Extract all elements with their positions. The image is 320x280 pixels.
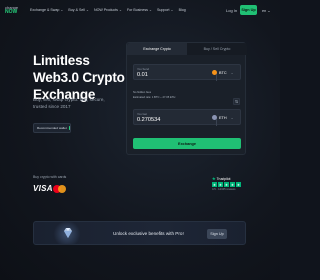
send-label: You Send bbox=[137, 67, 150, 71]
language-selector[interactable]: en ⌄ bbox=[262, 8, 270, 13]
nav-item-exchange-swap[interactable]: Exchange & Swap ⌄ bbox=[30, 8, 63, 12]
banner-text: Unlock exclusive benefits with Pro! bbox=[113, 231, 184, 236]
send-currency-select[interactable]: BTC ⌄ bbox=[212, 70, 234, 75]
get-label: You Get bbox=[137, 112, 148, 116]
star-icon: ★ bbox=[230, 182, 235, 187]
nav-item-blog[interactable]: Blog bbox=[179, 8, 186, 12]
star-icon: ★ bbox=[224, 182, 229, 187]
star-icon: ★ bbox=[212, 182, 217, 187]
get-field[interactable]: You Get 0.270534 ETH ⌄ bbox=[133, 109, 241, 126]
exchange-button[interactable]: Exchange bbox=[133, 138, 241, 149]
mastercard-icon bbox=[53, 185, 67, 193]
get-currency-select[interactable]: ETH ⌄ bbox=[212, 115, 234, 120]
recommended-wallet-badge[interactable]: Recommended wallet bbox=[33, 123, 71, 133]
mastercard-orange-circle bbox=[58, 185, 66, 193]
btc-icon bbox=[212, 70, 217, 75]
logo-line-2: NOW bbox=[5, 9, 18, 15]
trustpilot-rating[interactable]: ★ Trustpilot ★ ★ ★ ★ ★ 4.5 · 12345 reviews bbox=[212, 176, 241, 191]
trustpilot-score: 4.5 · 12345 reviews bbox=[212, 188, 236, 191]
nav-item-for-business[interactable]: For Business ⌄ bbox=[127, 8, 152, 12]
banner-signup-button[interactable]: Sign Up bbox=[207, 229, 227, 239]
page: change NOW Exchange & Swap ⌄ Buy & Sell … bbox=[0, 0, 280, 280]
tab-exchange-crypto[interactable]: Exchange Crypto bbox=[127, 43, 187, 55]
diamond-icon bbox=[64, 228, 72, 238]
signup-button[interactable]: Sign Up bbox=[240, 5, 257, 15]
badge-label: Recommended wallet bbox=[37, 126, 67, 130]
get-amount-input[interactable]: 0.270534 bbox=[137, 117, 160, 123]
chevron-down-icon: ⌄ bbox=[230, 70, 234, 75]
visa-logo: VISA bbox=[33, 184, 53, 193]
swap-icon[interactable]: ⇅ bbox=[233, 98, 240, 105]
widget-tabs: Exchange Crypto Buy / Sell Crypto bbox=[127, 43, 247, 55]
star-icon: ★ bbox=[218, 182, 223, 187]
top-nav: change NOW Exchange & Swap ⌄ Buy & Sell … bbox=[0, 0, 280, 22]
trustpilot-stars: ★ ★ ★ ★ ★ bbox=[212, 182, 241, 187]
star-icon: ★ bbox=[236, 182, 241, 187]
nav-item-now-products[interactable]: NOW Products ⌄ bbox=[94, 8, 122, 12]
nav-item-buy-sell[interactable]: Buy & Sell ⌄ bbox=[68, 8, 89, 12]
hero-subtitle: Buy, sell, swap crypto: fast, secure, tr… bbox=[33, 97, 105, 109]
eth-icon bbox=[212, 115, 217, 120]
send-currency-code: BTC bbox=[219, 70, 227, 75]
get-currency-code: ETH bbox=[219, 115, 227, 120]
nav-item-support[interactable]: Support ⌄ bbox=[157, 8, 174, 12]
login-link[interactable]: Log In bbox=[226, 8, 237, 13]
rate-info: No hidden fees Estimated rate: 1 BTC ~ 2… bbox=[133, 90, 175, 100]
payments-label: Buy crypto with cards bbox=[33, 175, 67, 179]
nav-menu: Exchange & Swap ⌄ Buy & Sell ⌄ NOW Produ… bbox=[30, 8, 186, 12]
send-amount-input[interactable]: 0.01 bbox=[137, 72, 148, 78]
logo[interactable]: change NOW bbox=[5, 5, 23, 15]
trustpilot-brand: ★ Trustpilot bbox=[212, 176, 241, 181]
trustpilot-label: Trustpilot bbox=[216, 176, 231, 181]
exchange-widget: Exchange Crypto Buy / Sell Crypto You Se… bbox=[126, 42, 247, 155]
tab-buy-sell-crypto[interactable]: Buy / Sell Crypto bbox=[187, 43, 247, 55]
star-icon: ★ bbox=[212, 176, 216, 181]
rate-line-estimate: Estimated rate: 1 BTC ~ 27.05 ETH bbox=[133, 96, 176, 99]
pro-banner: Unlock exclusive benefits with Pro! Sign… bbox=[33, 221, 246, 245]
chevron-down-icon: ⌄ bbox=[230, 115, 234, 120]
send-field[interactable]: You Send 0.01 BTC ⌄ bbox=[133, 64, 241, 81]
wallet-icon bbox=[68, 126, 70, 130]
